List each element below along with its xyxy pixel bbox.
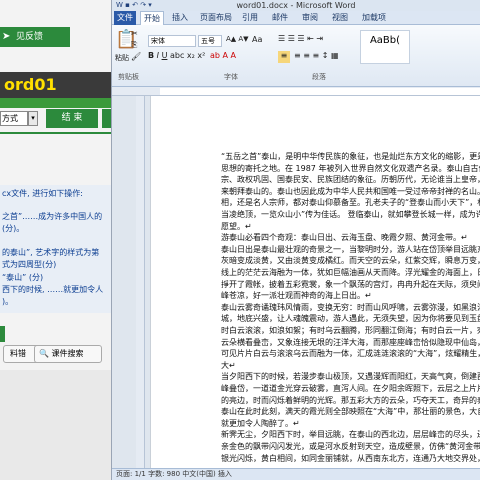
end-button[interactable]: 结 束: [46, 109, 98, 128]
instruction-line: “泰山” (分): [2, 273, 44, 282]
tab-insert[interactable]: 插入: [172, 11, 188, 25]
window-title: word01.docx - Microsoft Word: [112, 0, 480, 11]
document-line: 线上的茫茫云海融为一体，犹如巨幅油画从天而降。浮光耀金的海面上，日轮掀: [221, 268, 480, 277]
tab-addins[interactable]: 加载项: [362, 11, 386, 25]
status-text: 页面: 1/1 字数: 980 中文(中国) 插入: [116, 470, 232, 478]
document-line: 的亮边，时而闪烁着鲜明的光辉。那五彩大方的云朵，巧夺天工，奇异的泰山: [221, 395, 480, 405]
change-case-icon[interactable]: Aa: [252, 35, 262, 44]
document-line: 愿望。↵: [221, 221, 252, 231]
format-select[interactable]: 方式: [0, 111, 28, 126]
document-line: 城，地底兴盛，让人魂魄震动，游人遇此，无须失望，因为你将要见到玉盘云海: [221, 314, 480, 324]
paste-label: 粘贴: [115, 54, 129, 62]
instruction-line: 之首”……成为许多中国人的: [2, 212, 103, 221]
course-search-label: 课件搜索: [51, 349, 84, 358]
ribbon: 📋 粘贴 ✂ ⎘ 🖌 剪贴板 宋体 五号 A▲ A▼ Aa B I U abc …: [112, 25, 480, 87]
divider: [0, 132, 111, 134]
document-line: 相，还是名人宗师，都对泰山仰慕备至。孔老夫子的“登泰山而小天下”，杜: [221, 198, 480, 208]
font-group-label: 字体: [224, 73, 238, 81]
next-button[interactable]: [102, 109, 111, 128]
green-button[interactable]: [0, 326, 5, 342]
paragraph-group-label: 段落: [312, 73, 326, 81]
status-bar: 页面: 1/1 字数: 980 中文(中国) 插入: [112, 468, 480, 480]
document-line: 峰苍凉，好一派壮观而神奇的海上日出。↵: [221, 291, 372, 301]
word-window: word01.docx - Microsoft Word W ▪ ↶ ↷ ▾ 文…: [112, 0, 480, 480]
document-text[interactable]: “五岳之首”泰山，是明中华传民族的象征，也是灿烂东方文化的缩影，更是 思想的寄托之…: [221, 152, 480, 468]
instruction-line: (分)。: [2, 224, 25, 233]
style-sample: AaBb(: [369, 35, 401, 46]
document-line: 亲金色的飘带闪闪发光，或是河水反射到天空，造成壁景，仿佛“黄河金带”: [221, 442, 480, 451]
search-icon: 🔍: [39, 349, 49, 358]
arrow-icon: ➤: [2, 31, 11, 42]
list-icon[interactable]: ☰ ☰ ☰ ⇤ ⇥: [278, 34, 323, 43]
tab-review[interactable]: 审阅: [302, 11, 318, 25]
document-line: 泰山日出是泰山最壮观的奇景之一，当黎明时分，游人站在岱顶举目远眺东方: [221, 244, 480, 254]
document-line: 泰山在此时此刻，满天的霞光则全部映照在“大海”中，那壮丽的景色，大自然: [221, 407, 480, 417]
instruction-line: 西下的时候, ……就更加令人: [2, 285, 104, 294]
document-line: 泰山云雾奇谲瑰玮风情雨，变换无穷：时而山风呼啸，云雾弥漫，如黑浪汹涌世界: [221, 302, 480, 312]
left-panel: 见反馈 ➤ ord01 方式 ▾ 结 束 cx文件, 进行如下操作: 之首”………: [0, 0, 112, 480]
document-line: 大↵: [221, 360, 236, 370]
align-left-icon[interactable]: ≡: [278, 51, 290, 63]
font-name-select[interactable]: 宋体: [148, 35, 196, 47]
style-gallery[interactable]: AaBb(: [360, 30, 410, 64]
chevron-down-icon[interactable]: ▾: [28, 111, 38, 126]
document-line: 掙开了霞帐，披着五彩霓裳，象一个飘荡的宫灯，冉冉升起在天际，须臾间，金: [221, 279, 480, 289]
document-title: ord01: [0, 72, 111, 98]
document-line: 峰叠岱，一道道金光穿云破雾，直泻人间。在夕阳余晖照下，云层之上片片瞬息: [221, 384, 480, 393]
tab-mailings[interactable]: 邮件: [272, 11, 288, 25]
ruler-work-area: [160, 88, 480, 95]
font-format-buttons[interactable]: B I U abc x₂ x²: [148, 51, 205, 60]
quick-access-toolbar[interactable]: W ▪ ↶ ↷ ▾: [116, 0, 152, 11]
tab-view[interactable]: 视图: [332, 11, 348, 25]
align-buttons[interactable]: ≡ ≡ ≡ ↕ ▦: [294, 51, 339, 60]
ribbon-tabs: 文件 开始 插入 页面布局 引用 邮件 审阅 视图 加载项: [112, 11, 480, 25]
document-line: 宗、政权巩固、国泰民安、民族团结的象征。历朝历代，无论谁当上皇帝，从: [221, 175, 480, 185]
document-line: 当夕阳西下的时候，若漫步泰山极顶，又遇漫辉而阳红，天高气爽，倒建西天: [221, 372, 480, 382]
font-color-icon[interactable]: ab A A: [210, 51, 236, 60]
document-line: 云朵横看叠峦，又象连接无垠的汪洋大海，而那座座峰峦恰似隐现中仙岛，站在岱顶: [221, 337, 480, 347]
document-line: 来朝拜泰山的。泰山也因此成为中华人民共和国唯一受过帝帝封禅的名山。泰山: [221, 186, 480, 196]
document-line: 灰暗变成淡黄，又由淡黄变成橘红。而天空的云朵，红紫交辉，瞬息万变，漫天: [221, 256, 480, 266]
copy-icon[interactable]: ⎘: [131, 40, 137, 50]
format-painter-icon[interactable]: 🖌: [131, 52, 141, 61]
clipboard-group-label: 剪贴板: [118, 73, 139, 81]
document-page[interactable]: “五岳之首”泰山，是明中华传民族的象征，也是灿烂东方文化的缩影，更是 思想的寄托之…: [150, 96, 480, 468]
cut-icon[interactable]: ✂: [131, 29, 138, 38]
document-line: 就更加令人陶醉了。↵: [221, 418, 300, 428]
font-size-select[interactable]: 五号: [198, 35, 222, 47]
document-line: 游泰山必看四个奇观：泰山日出、云海玉盘、晚霞夕照、黄河金带。↵: [221, 233, 468, 243]
title-strip: [0, 98, 111, 108]
vertical-ruler[interactable]: [136, 96, 145, 468]
instruction-line: )。: [2, 297, 14, 306]
tab-file[interactable]: 文件: [114, 11, 136, 25]
course-search-button[interactable]: 🔍 课件搜索: [34, 345, 102, 363]
document-line: 新霁无尘，夕阳西下时，举目远眺，在泰山的西北边，层层峰峦的尽头，还可以: [221, 430, 480, 440]
document-line: 思想的寄托之地。在 1987 年被列入世界自然文化双遗产名录。泰山自古便被: [221, 163, 480, 173]
tab-home[interactable]: 开始: [140, 11, 164, 25]
grow-font-icon[interactable]: A▲ A▼: [226, 35, 249, 43]
instruction-line: 式为四周型(分): [2, 260, 57, 269]
instruction-line: 的泰山”, 艺术字的样式为第: [2, 248, 100, 257]
document-line: 银光闪烁，黄白相间，如同金丽铺就，从西南东北方，连通乃大地交界处，: [221, 453, 480, 463]
document-line: “五岳之首”泰山，是明中华传民族的象征，也是灿烂东方文化的缩影，更是: [221, 152, 480, 161]
instruction-line: cx文件, 进行如下操作:: [2, 189, 83, 198]
tab-references[interactable]: 引用: [242, 11, 258, 25]
left-bottom-area: [0, 370, 111, 480]
document-line: 当凌绝顶，一览众山小”传为佳话。 登临泰山，就如攀登长城一样，成为许多: [221, 210, 480, 219]
horizontal-ruler[interactable]: [112, 87, 480, 96]
document-line: 可见片片白云与滚滚乌云而融为一体，汇成涟涟滚滚的“大海”，炫耀精生，如同: [221, 349, 480, 359]
tab-page-layout[interactable]: 页面布局: [200, 11, 232, 25]
document-line: 时白云滚滚，如浪如絮；有时乌云翻腾，形同翻江倒海；有时白云一片，宛如平: [221, 326, 480, 335]
